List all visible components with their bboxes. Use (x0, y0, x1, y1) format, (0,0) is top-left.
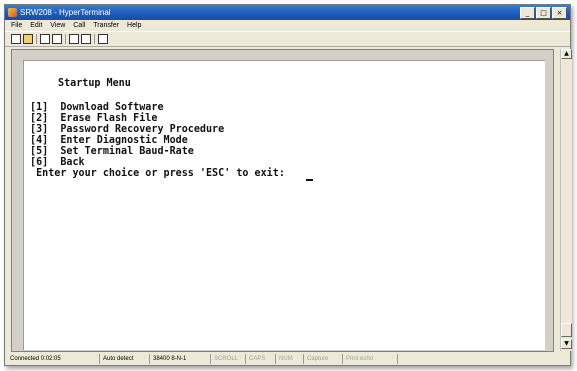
scroll-up-arrow-icon[interactable]: ▲ (561, 49, 572, 59)
title-bar[interactable]: SRW208 - HyperTerminal _ □ × (5, 5, 570, 20)
menu-edit[interactable]: Edit (30, 22, 42, 29)
status-connected-time: Connected 0:02:05 (10, 356, 61, 362)
status-auto-detect: Auto detect (99, 354, 133, 364)
menu-view[interactable]: View (50, 22, 65, 29)
minimize-button[interactable]: _ (520, 7, 535, 19)
toolbar-separator (65, 34, 66, 44)
status-scroll: SCROLL (210, 354, 238, 364)
menu-file[interactable]: File (11, 22, 22, 29)
status-capture: Capture (303, 354, 328, 364)
input-prompt: Enter your choice or press 'ESC' to exit… (30, 167, 291, 179)
menu-transfer[interactable]: Transfer (93, 22, 119, 29)
menu-bar: File Edit View Call Transfer Help (5, 20, 570, 31)
menu-help[interactable]: Help (127, 22, 141, 29)
open-icon[interactable] (23, 34, 33, 44)
call-icon[interactable] (40, 34, 50, 44)
toolbar (5, 31, 570, 47)
startup-menu-heading: Startup Menu (58, 77, 131, 89)
status-num: NUM (275, 354, 293, 364)
disconnect-icon[interactable] (52, 34, 62, 44)
send-icon[interactable] (69, 34, 79, 44)
status-bar: Connected 0:02:05 Auto detect 38400 8-N-… (5, 353, 570, 365)
hyperterminal-app-icon[interactable] (8, 8, 17, 17)
text-cursor (306, 179, 313, 181)
window-title: SRW208 - HyperTerminal (20, 8, 111, 17)
maximize-button[interactable]: □ (536, 7, 551, 19)
scrollbar-thumb[interactable] (561, 323, 572, 337)
status-port-settings: 38400 8-N-1 (149, 354, 186, 364)
scroll-down-arrow-icon[interactable]: ▼ (561, 339, 572, 349)
close-button[interactable]: × (552, 7, 567, 19)
window-controls: _ □ × (520, 7, 567, 19)
properties-icon[interactable] (98, 34, 108, 44)
receive-icon[interactable] (81, 34, 91, 44)
menu-call[interactable]: Call (73, 22, 85, 29)
status-empty-pane (397, 354, 401, 364)
status-caps: CAPS (245, 354, 265, 364)
toolbar-separator (36, 34, 37, 44)
terminal-screen[interactable]: Startup Menu [1] Download Software [2] E… (23, 60, 545, 350)
status-print-echo: Print echo (342, 354, 373, 364)
new-icon[interactable] (11, 34, 21, 44)
hyperterminal-window: SRW208 - HyperTerminal _ □ × File Edit V… (4, 4, 572, 366)
vertical-scrollbar[interactable]: ▲ ▼ (560, 49, 572, 351)
toolbar-separator (94, 34, 95, 44)
